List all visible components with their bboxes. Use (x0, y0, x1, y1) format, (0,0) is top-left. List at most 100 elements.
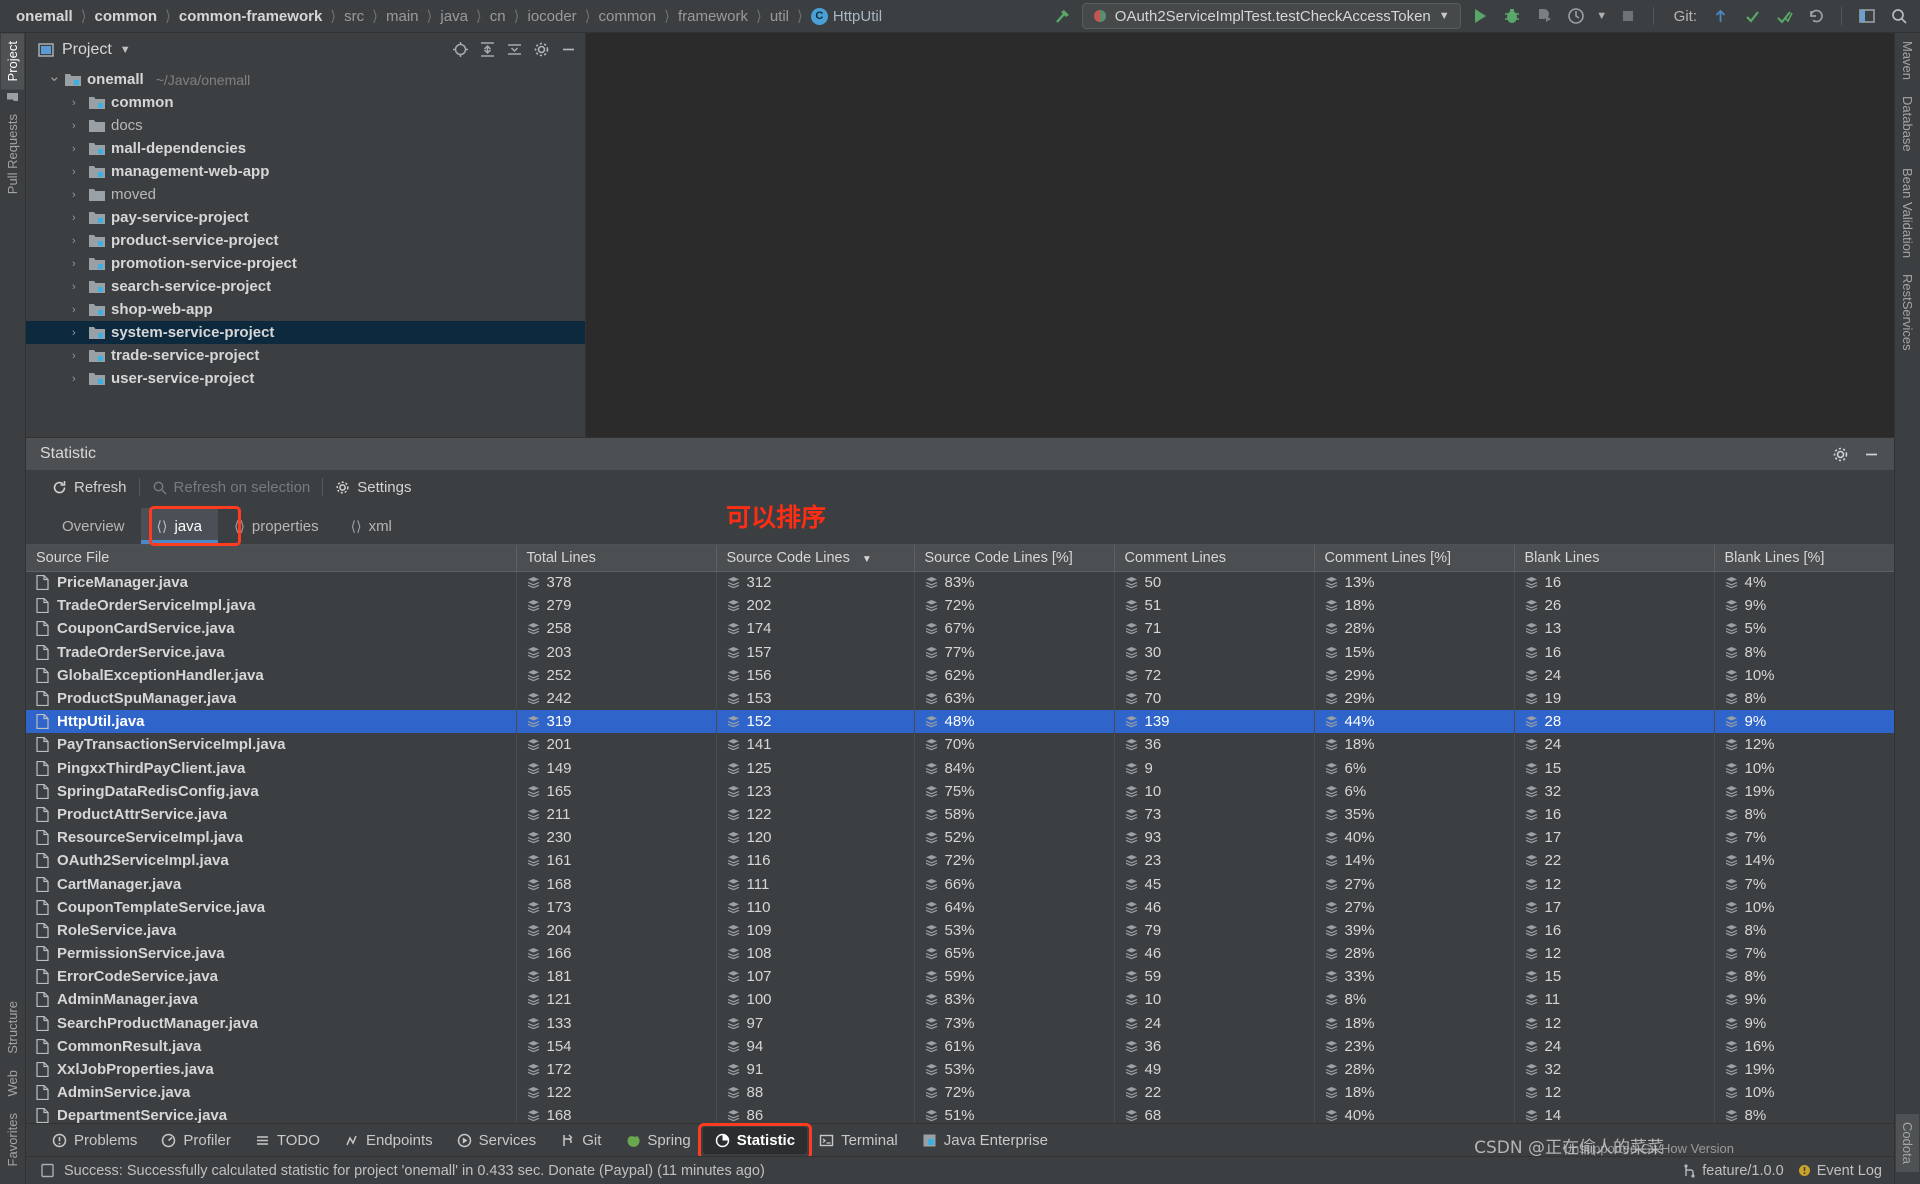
table-row[interactable]: CouponCardService.java 258 174 67% 71 28% 13 5% (26, 617, 1894, 641)
chevron-right-icon[interactable]: › (72, 327, 83, 339)
profile-button[interactable] (1563, 3, 1589, 29)
breadcrumb-item-common-framework[interactable]: common-framework (173, 8, 328, 25)
statistic-table-wrapper[interactable]: Source File Total Lines Source Code Line… (26, 544, 1894, 1123)
table-row[interactable]: PayTransactionServiceImpl.java 201 141 70% 3… (26, 733, 1894, 757)
breadcrumb-item-main[interactable]: main (380, 8, 425, 25)
chevron-right-icon[interactable]: › (72, 373, 83, 385)
build-hammer-icon[interactable] (1050, 3, 1076, 29)
chevron-right-icon[interactable]: › (72, 350, 83, 362)
table-row[interactable]: CommonResult.java 154 94 61% 36 23% 24 16% (26, 1034, 1894, 1058)
column-header-total-lines[interactable]: Total Lines (516, 545, 717, 572)
column-header-comment-lines[interactable]: Comment Lines (1114, 545, 1315, 572)
table-row[interactable]: TradeOrderServiceImpl.java 279 202 72% 51 18%… (26, 594, 1894, 618)
tree-node-mall-dependencies[interactable]: › mall-dependencies (26, 137, 585, 160)
chevron-down-icon[interactable]: ▼ (120, 44, 131, 56)
tree-node-trade-service-project[interactable]: › trade-service-project (26, 344, 585, 367)
gear-icon[interactable] (1832, 446, 1849, 463)
git-history-icon[interactable] (1803, 3, 1829, 29)
sidebar-item-bean-validation[interactable]: Bean Validation (1896, 160, 1919, 266)
chevron-right-icon[interactable]: › (72, 281, 83, 293)
table-row[interactable]: PriceManager.java 378 312 83% 50 13% 16 4% (26, 571, 1894, 595)
collapse-all-icon[interactable] (506, 41, 523, 58)
column-header-source-code-lines[interactable]: Source Code Lines ▼ (716, 545, 915, 572)
breadcrumb-item-onemall[interactable]: onemall (10, 8, 79, 25)
bottom-tool-git[interactable]: Git (548, 1127, 613, 1154)
hide-window-icon[interactable] (1863, 446, 1880, 463)
breadcrumb-item-util[interactable]: util (764, 8, 795, 25)
sidebar-item-pull-requests[interactable]: Pull Requests (1, 106, 24, 202)
project-tree[interactable]: ⌄ onemall ~/Java/onemall › common › docs › mall-… (26, 66, 585, 437)
chevron-right-icon[interactable]: › (72, 143, 83, 155)
bottom-tool-java-enterprise[interactable]: Java Enterprise (910, 1127, 1060, 1154)
tree-node-management-web-app[interactable]: › management-web-app (26, 160, 585, 183)
editor-area[interactable] (586, 33, 1894, 437)
breadcrumb-item-framework[interactable]: framework (672, 8, 754, 25)
stop-button[interactable] (1615, 3, 1641, 29)
chevron-right-icon[interactable]: › (72, 235, 83, 247)
tree-node-pay-service-project[interactable]: › pay-service-project (26, 206, 585, 229)
table-row[interactable]: AdminManager.java 121 100 83% 10 8% 11 9% (26, 988, 1894, 1012)
breadcrumb-item-current-file[interactable]: C HttpUtil (805, 7, 888, 25)
debug-button[interactable] (1499, 3, 1525, 29)
breadcrumb-item-common2[interactable]: common (593, 8, 663, 25)
bottom-tool-endpoints[interactable]: Endpoints (332, 1127, 445, 1154)
chevron-right-icon[interactable]: › (72, 189, 83, 201)
breadcrumb-item-iocoder[interactable]: iocoder (521, 8, 582, 25)
tree-node-moved[interactable]: › moved (26, 183, 585, 206)
breadcrumb-item-src[interactable]: src (338, 8, 370, 25)
breadcrumb-item-java[interactable]: java (434, 8, 474, 25)
tree-node-common[interactable]: › common (26, 91, 585, 114)
chevron-right-icon[interactable]: › (72, 120, 83, 132)
sidebar-item-codota[interactable]: Codota (1896, 1114, 1919, 1172)
sidebar-item-database[interactable]: Database (1896, 88, 1919, 160)
git-update-icon[interactable] (1707, 3, 1733, 29)
chevron-down-icon[interactable]: ⌄ (48, 67, 61, 85)
sidebar-item-maven[interactable]: Maven (1896, 33, 1919, 88)
chevron-right-icon[interactable]: › (72, 166, 83, 178)
tree-node-shop-web-app[interactable]: › shop-web-app (26, 298, 585, 321)
bottom-tool-problems[interactable]: Problems (40, 1127, 149, 1154)
expand-all-icon[interactable] (479, 41, 496, 58)
tree-node-promotion-service-project[interactable]: › promotion-service-project (26, 252, 585, 275)
chevron-right-icon[interactable]: › (72, 258, 83, 270)
table-row[interactable]: SearchProductManager.java 133 97 73% 24 18% 12… (26, 1011, 1894, 1035)
run-with-coverage-button[interactable] (1531, 3, 1557, 29)
chevron-down-icon[interactable]: ▼ (1595, 3, 1609, 29)
sidebar-item-structure[interactable]: Structure (1, 993, 24, 1062)
chevron-right-icon[interactable]: › (72, 304, 83, 316)
git-commit-icon[interactable] (1739, 3, 1765, 29)
chevron-right-icon[interactable]: › (72, 97, 83, 109)
tree-node-user-service-project[interactable]: › user-service-project (26, 367, 585, 390)
table-row[interactable]: RoleService.java 204 109 53% 79 39% 16 8% (26, 918, 1894, 942)
scroll-from-source-icon[interactable] (452, 41, 469, 58)
table-row[interactable]: PermissionService.java 166 108 65% 46 28% 12 7% (26, 942, 1894, 966)
bottom-tool-todo[interactable]: TODO (243, 1127, 332, 1154)
tab-properties[interactable]: ⟨⟩ properties (218, 508, 335, 544)
column-header-blank-lines-pct[interactable]: Blank Lines [%] (1714, 545, 1894, 572)
bottom-tool-profiler[interactable]: Profiler (149, 1127, 243, 1154)
tab-java[interactable]: ⟨⟩ java (140, 508, 219, 544)
settings-button[interactable]: Settings (323, 479, 423, 496)
table-row[interactable]: ErrorCodeService.java 181 107 59% 59 33% 15 8% (26, 965, 1894, 989)
search-icon[interactable] (1886, 3, 1912, 29)
table-row[interactable]: CartManager.java 168 111 66% 45 27% 12 7% (26, 872, 1894, 896)
event-log-button[interactable]: Event Log (1798, 1163, 1882, 1179)
sidebar-item-project[interactable]: Project (1, 33, 24, 90)
bottom-tool-statistic[interactable]: Statistic (702, 1126, 808, 1154)
run-configuration-selector[interactable]: OAuth2ServiceImplTest.testCheckAccessTok… (1081, 3, 1461, 29)
tab-xml[interactable]: ⟨⟩ xml (335, 508, 408, 544)
table-row[interactable]: XxlJobProperties.java 172 91 53% 49 28% 32 19% (26, 1057, 1894, 1082)
sidebar-item-web[interactable]: Web (1, 1062, 24, 1105)
table-row[interactable]: PingxxThirdPayClient.java 149 125 84% 9 6% 15 1… (26, 756, 1894, 780)
tree-node-onemall[interactable]: ⌄ onemall ~/Java/onemall (26, 68, 585, 91)
layout-settings-icon[interactable] (1854, 3, 1880, 29)
bottom-tool-spring[interactable]: Spring (613, 1127, 702, 1154)
table-row[interactable]: CouponTemplateService.java 173 110 64% 46 27%… (26, 895, 1894, 919)
refresh-on-selection-button[interactable]: Refresh on selection (140, 479, 323, 496)
breadcrumb-item-common[interactable]: common (89, 8, 164, 25)
tree-node-product-service-project[interactable]: › product-service-project (26, 229, 585, 252)
tree-node-system-service-project[interactable]: › system-service-project (26, 321, 585, 344)
sidebar-item-favorites[interactable]: Favorites (1, 1105, 24, 1174)
tab-overview[interactable]: Overview (46, 508, 141, 544)
table-row[interactable]: ProductAttrService.java 211 122 58% 73 35% 16 8… (26, 802, 1894, 827)
